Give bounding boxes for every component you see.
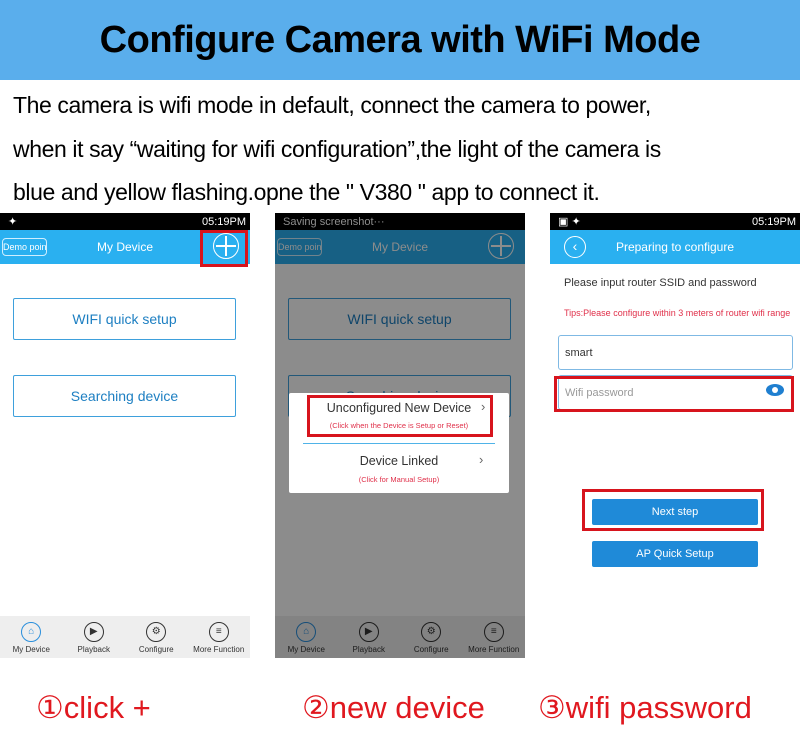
highlight-box xyxy=(582,489,764,531)
home-icon: ⌂ xyxy=(21,622,42,642)
page-title: Configure Camera with WiFi Mode xyxy=(99,18,701,61)
app-bar: Preparing to configure xyxy=(550,230,800,264)
nav-my-device[interactable]: ⌂ My Device xyxy=(0,616,63,658)
phone-screen-3: ▣ ✦ 05:19PM Preparing to configure ‹ Plea… xyxy=(550,213,800,658)
status-bar: ▣ ✦ 05:19PM xyxy=(550,213,800,230)
app-title: Preparing to configure xyxy=(615,240,735,254)
option-hint: (Click for Manual Setup) xyxy=(358,475,440,484)
step-caption-3: ③wifi password xyxy=(538,690,752,725)
add-device-popup: Unconfigured New Device (Click when the … xyxy=(289,393,509,493)
nav-label: Playback xyxy=(77,645,110,654)
tips-text: Tips:Please configure within 3 meters of… xyxy=(564,308,791,318)
step-caption-1: ①click + xyxy=(36,690,151,725)
nav-more-function[interactable]: ≡ More Function xyxy=(188,616,251,658)
nav-label: More Function xyxy=(193,645,245,654)
notification-icon: ✦ xyxy=(8,216,18,228)
menu-icon: ≡ xyxy=(208,622,229,642)
phone-screen-1: ✦ 05:19PM My Device Demo point WIFI quick… xyxy=(0,213,250,658)
intro-line: when it say “waiting for wifi configurat… xyxy=(13,136,661,162)
intro-line: blue and yellow flashing.opne the " V380… xyxy=(13,179,600,205)
device-linked-option[interactable]: Device Linked xyxy=(289,454,509,468)
wifi-quick-setup-button[interactable]: WIFI quick setup xyxy=(13,298,236,340)
demo-point-button[interactable]: Demo point xyxy=(2,238,47,256)
intro-line: The camera is wifi mode in default, conn… xyxy=(13,92,651,118)
playback-icon: ▶ xyxy=(83,622,104,642)
highlight-box xyxy=(307,395,493,437)
status-time: 05:19PM xyxy=(201,215,246,228)
nav-label: My Device xyxy=(12,645,50,654)
gear-icon: ⚙ xyxy=(146,622,167,642)
status-time: 05:19PM xyxy=(751,215,796,228)
phone-screen-2: Saving screenshot··· My Device Demo poin… xyxy=(275,213,525,658)
highlight-box xyxy=(554,376,794,412)
bottom-nav: ⌂ My Device ▶ Playback ⚙ Configure ≡ More Fu… xyxy=(0,616,250,658)
notification-icon: ▣ ✦ xyxy=(558,216,581,228)
ap-quick-setup-button[interactable]: AP Quick Setup xyxy=(592,541,758,567)
title-banner: Configure Camera with WiFi Mode xyxy=(0,0,800,80)
nav-playback[interactable]: ▶ Playback xyxy=(63,616,126,658)
app-title: My Device xyxy=(96,240,153,254)
searching-device-button[interactable]: Searching device xyxy=(13,375,236,417)
nav-label: Configure xyxy=(138,645,174,654)
prompt-text: Please input router SSID and password xyxy=(564,277,757,289)
chevron-right-icon: › xyxy=(479,452,484,467)
step-caption-2: ②new device xyxy=(302,690,485,725)
divider xyxy=(303,443,495,444)
highlight-box xyxy=(200,230,248,267)
back-arrow-icon[interactable]: ‹ xyxy=(564,236,586,258)
status-bar: ✦ 05:19PM xyxy=(0,213,250,230)
ssid-input[interactable]: smart xyxy=(558,335,793,370)
nav-configure[interactable]: ⚙ Configure xyxy=(125,616,188,658)
